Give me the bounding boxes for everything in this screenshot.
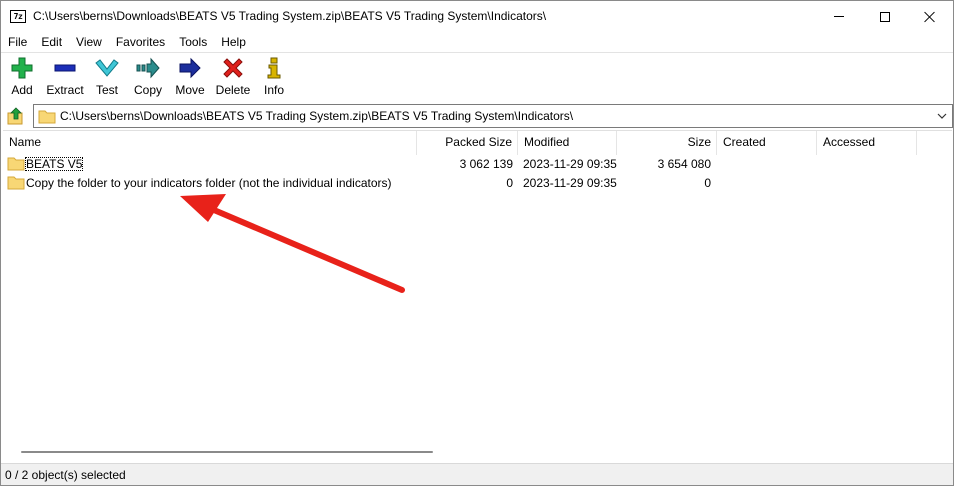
maximize-icon: [880, 11, 890, 22]
column-header-modified[interactable]: Modified: [518, 131, 617, 155]
extract-button[interactable]: Extract: [45, 56, 85, 98]
copy-label: Copy: [133, 83, 162, 97]
menu-edit[interactable]: Edit: [34, 32, 69, 52]
close-button[interactable]: [907, 1, 953, 32]
menu-favorites[interactable]: Favorites: [109, 32, 172, 52]
delete-label: Delete: [215, 83, 251, 97]
extract-label: Extract: [46, 83, 84, 97]
info-button[interactable]: Info: [261, 56, 287, 98]
folder-icon: [7, 176, 25, 190]
menu-help[interactable]: Help: [214, 32, 253, 52]
folder-icon: [38, 110, 56, 124]
column-header-accessed[interactable]: Accessed: [817, 131, 917, 155]
horizontal-scrollbar[interactable]: [3, 445, 952, 457]
chevron-down-icon[interactable]: [935, 109, 949, 123]
app-icon: 7z: [10, 10, 26, 23]
scrollbar-thumb[interactable]: [21, 451, 433, 453]
close-icon: [924, 11, 936, 23]
move-icon: [178, 56, 202, 80]
minimize-icon: [834, 16, 844, 17]
add-button[interactable]: Add: [9, 56, 35, 98]
info-label: Info: [263, 83, 284, 97]
delete-button[interactable]: Delete: [215, 56, 251, 98]
table-row[interactable]: Copy the folder to your indicators folde…: [3, 173, 952, 193]
row-packed-size: 0: [506, 176, 513, 190]
minimize-button[interactable]: [816, 1, 862, 32]
extract-icon: [53, 56, 77, 80]
move-label: Move: [175, 83, 205, 97]
test-button[interactable]: Test: [93, 56, 121, 98]
row-modified: 2023-11-29 09:35: [523, 176, 617, 190]
row-name: BEATS V5: [25, 154, 84, 174]
up-folder-button[interactable]: [5, 105, 27, 127]
column-header-created[interactable]: Created: [717, 131, 817, 155]
delete-icon: [221, 56, 245, 80]
menu-tools[interactable]: Tools: [172, 32, 214, 52]
row-size: 3 654 080: [657, 157, 711, 171]
toolbar: Add Extract Test Copy Move Delete Info: [1, 53, 953, 99]
copy-button[interactable]: Copy: [133, 56, 163, 98]
test-icon: [95, 56, 119, 80]
menu-bar: File Edit View Favorites Tools Help: [1, 32, 953, 52]
address-bar: C:\Users\berns\Downloads\BEATS V5 Tradin…: [1, 102, 953, 129]
folder-icon: [7, 157, 25, 171]
row-size: 0: [704, 176, 711, 190]
add-icon: [10, 56, 34, 80]
status-bar: 0 / 2 object(s) selected: [1, 463, 953, 485]
move-button[interactable]: Move: [173, 56, 207, 98]
add-label: Add: [11, 83, 33, 97]
row-name: Copy the folder to your indicators folde…: [26, 176, 392, 190]
copy-icon: [136, 56, 160, 80]
menu-view[interactable]: View: [69, 32, 109, 52]
column-header-size[interactable]: Size: [617, 131, 717, 155]
address-path: C:\Users\berns\Downloads\BEATS V5 Tradin…: [60, 109, 574, 123]
maximize-button[interactable]: [862, 1, 908, 32]
menu-file[interactable]: File: [1, 32, 34, 52]
column-header-packed-size[interactable]: Packed Size: [417, 131, 518, 155]
test-label: Test: [95, 83, 118, 97]
row-name-text: BEATS V5: [25, 157, 84, 171]
column-header-name[interactable]: Name: [3, 131, 417, 155]
app-window: 7z C:\Users\berns\Downloads\BEATS V5 Tra…: [0, 0, 954, 486]
address-input[interactable]: C:\Users\berns\Downloads\BEATS V5 Tradin…: [33, 104, 953, 128]
table-row[interactable]: BEATS V5 3 062 139 2023-11-29 09:35 3 65…: [3, 154, 952, 174]
row-modified: 2023-11-29 09:35: [523, 157, 617, 171]
title-bar[interactable]: 7z C:\Users\berns\Downloads\BEATS V5 Tra…: [1, 1, 953, 32]
file-list[interactable]: Name Packed Size Modified Size Created A…: [3, 130, 952, 457]
info-icon: [262, 56, 286, 80]
up-folder-icon: [7, 107, 23, 125]
row-packed-size: 3 062 139: [459, 157, 513, 171]
selection-status: 0 / 2 object(s) selected: [5, 468, 126, 482]
window-title: C:\Users\berns\Downloads\BEATS V5 Tradin…: [33, 9, 547, 23]
